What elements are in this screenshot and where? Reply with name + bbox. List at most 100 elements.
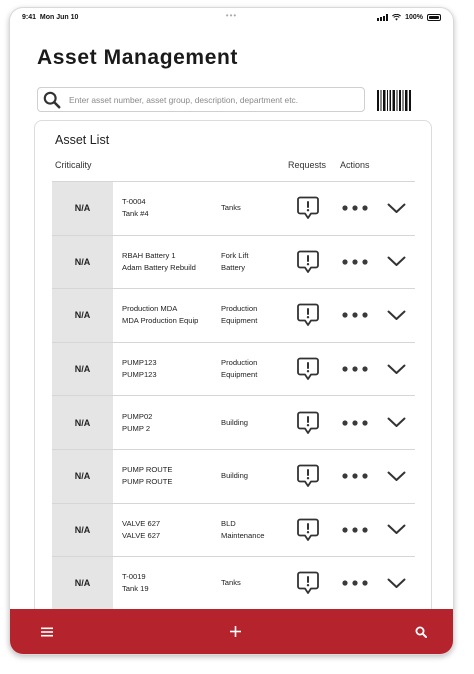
asset-number: RBAH Battery 1 xyxy=(122,250,176,260)
chevron-down-icon xyxy=(387,417,406,428)
table-row[interactable]: N/A VALVE 627 VALVE 627 BLD Maintenance xyxy=(52,502,415,557)
asset-cell: T-0019 Tank 19 xyxy=(122,571,149,595)
barcode-icon[interactable] xyxy=(377,90,411,111)
expand-row-button[interactable] xyxy=(385,575,407,591)
criticality-cell: N/A xyxy=(52,557,113,610)
request-button[interactable] xyxy=(295,302,321,328)
expand-row-button[interactable] xyxy=(385,468,407,484)
department-cell: Production Equipment xyxy=(221,303,257,327)
more-actions-button[interactable] xyxy=(341,415,369,431)
expand-row-button[interactable] xyxy=(385,415,407,431)
table-row[interactable]: N/A PUMP123 PUMP123 Production Equipment xyxy=(52,341,415,396)
criticality-cell: N/A xyxy=(52,396,113,449)
asset-number: PUMP ROUTE xyxy=(122,465,173,475)
asset-description: Tank 19 xyxy=(122,584,149,594)
toolbar-search-button[interactable] xyxy=(401,609,441,654)
request-button[interactable] xyxy=(295,570,321,596)
asset-number: PUMP02 xyxy=(122,411,153,421)
table-row[interactable]: N/A PUMP02 PUMP 2 Building xyxy=(52,395,415,449)
criticality-cell: N/A xyxy=(52,182,113,235)
request-button[interactable] xyxy=(295,410,321,436)
request-alert-icon xyxy=(297,357,319,381)
asset-cell: T-0004 Tank #4 xyxy=(122,196,149,220)
asset-cell: VALVE 627 VALVE 627 xyxy=(122,518,160,542)
asset-description: PUMP ROUTE xyxy=(122,477,173,487)
chevron-down-icon xyxy=(387,203,406,214)
asset-number: T-0019 xyxy=(122,572,146,582)
more-actions-button[interactable] xyxy=(341,575,369,591)
more-actions-button[interactable] xyxy=(341,200,369,216)
more-horizontal-icon xyxy=(342,420,368,426)
chevron-down-icon xyxy=(387,364,406,375)
table-row[interactable]: N/A T-0004 Tank #4 Tanks xyxy=(52,181,415,235)
more-horizontal-icon xyxy=(342,366,368,372)
column-header-actions: Actions xyxy=(340,160,370,170)
asset-number: PUMP123 xyxy=(122,358,157,368)
department-cell: Fork Lift Battery xyxy=(221,250,248,274)
more-actions-button[interactable] xyxy=(341,468,369,484)
expand-row-button[interactable] xyxy=(385,200,407,216)
status-bar: 9:41 Mon Jun 10 ••• 100% xyxy=(10,8,453,26)
table-row[interactable]: N/A PUMP ROUTE PUMP ROUTE Building xyxy=(52,448,415,503)
department-line1: Tanks xyxy=(221,203,241,213)
asset-cell: PUMP123 PUMP123 xyxy=(122,357,157,381)
search-icon xyxy=(415,626,427,638)
asset-description: Tank #4 xyxy=(122,209,149,219)
expand-row-button[interactable] xyxy=(385,522,407,538)
asset-description: MDA Production Equip xyxy=(122,316,199,326)
asset-cell: Production MDA MDA Production Equip xyxy=(122,303,198,327)
request-button[interactable] xyxy=(295,249,321,275)
request-button[interactable] xyxy=(295,517,321,543)
menu-icon xyxy=(41,627,53,636)
more-horizontal-icon xyxy=(342,473,368,479)
more-horizontal-icon xyxy=(342,580,368,587)
department-line2: Equipment xyxy=(221,316,258,326)
more-horizontal-icon xyxy=(342,312,368,319)
department-line2: Maintenance xyxy=(221,530,265,540)
search-bar[interactable] xyxy=(37,87,365,112)
more-actions-button[interactable] xyxy=(341,307,369,323)
plus-icon xyxy=(229,626,241,637)
department-line1: BLD xyxy=(221,518,236,528)
request-button[interactable] xyxy=(295,463,321,489)
asset-rows: N/A T-0004 Tank #4 Tanks N/A RBAH Battery 1 Ad… xyxy=(52,181,415,610)
menu-button[interactable] xyxy=(27,609,67,654)
department-cell: Tanks xyxy=(221,577,241,589)
department-line1: Fork Lift xyxy=(221,250,249,260)
request-button[interactable] xyxy=(295,356,321,382)
table-row[interactable]: N/A RBAH Battery 1 Adam Battery Rebuild For… xyxy=(52,234,415,289)
search-input[interactable] xyxy=(69,94,364,105)
status-time-text: 9:41 xyxy=(22,13,37,21)
request-alert-icon xyxy=(297,303,319,327)
chevron-down-icon xyxy=(387,256,406,267)
department-cell: BLD Maintenance xyxy=(221,518,264,542)
multitask-dots-icon: ••• xyxy=(225,11,238,20)
expand-row-button[interactable] xyxy=(385,254,407,270)
wifi-icon xyxy=(392,13,402,21)
department-line1: Building xyxy=(221,471,249,481)
expand-row-button[interactable] xyxy=(385,307,407,323)
table-row[interactable]: N/A T-0019 Tank 19 Tanks xyxy=(52,556,415,610)
department-cell: Building xyxy=(221,470,248,482)
column-header-requests: Requests xyxy=(288,160,327,170)
expand-row-button[interactable] xyxy=(385,361,407,377)
asset-description: Adam Battery Rebuild xyxy=(122,262,196,272)
request-alert-icon xyxy=(297,464,319,488)
more-horizontal-icon xyxy=(342,527,368,533)
chevron-down-icon xyxy=(387,310,406,321)
criticality-cell: N/A xyxy=(52,503,113,557)
request-alert-icon xyxy=(297,571,319,595)
request-alert-icon xyxy=(297,518,319,542)
more-actions-button[interactable] xyxy=(341,522,369,538)
table-row[interactable]: N/A Production MDA MDA Production Equip Pro… xyxy=(52,288,415,342)
search-icon[interactable] xyxy=(43,91,61,109)
status-date: Mon Jun 10 xyxy=(39,13,79,21)
request-button[interactable] xyxy=(295,195,321,221)
department-line1: Building xyxy=(221,417,249,427)
asset-description: PUMP 2 xyxy=(122,423,151,433)
department-line1: Production xyxy=(221,358,258,368)
more-actions-button[interactable] xyxy=(341,361,369,377)
more-actions-button[interactable] xyxy=(341,254,369,270)
asset-list-card: Asset List Criticality Requests Actions … xyxy=(34,120,432,640)
add-button[interactable] xyxy=(215,609,255,654)
